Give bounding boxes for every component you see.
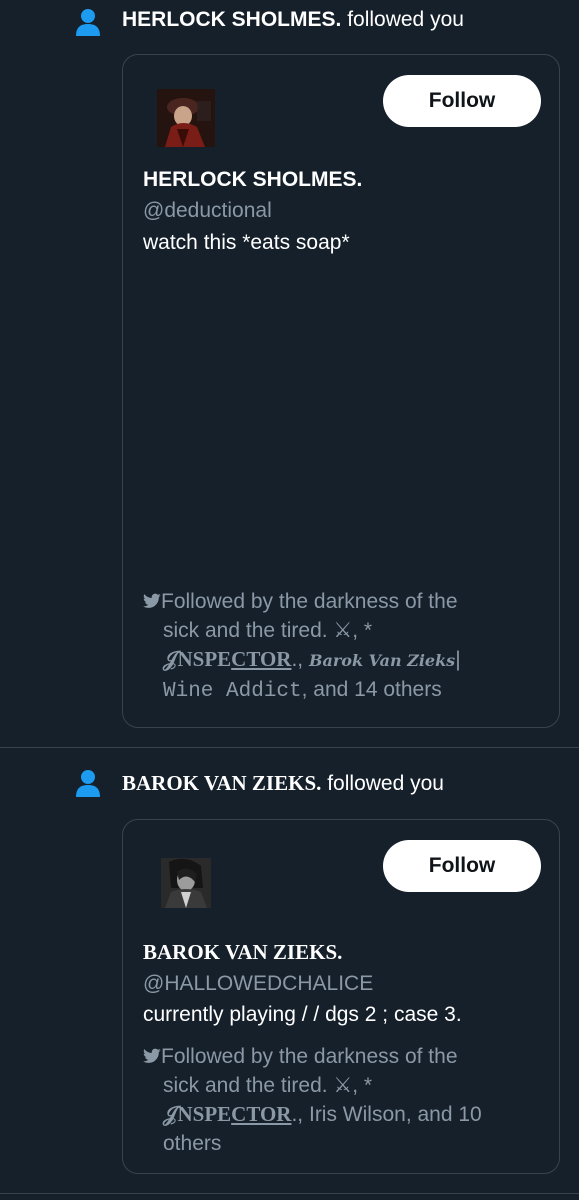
notification-action: followed you bbox=[347, 8, 464, 31]
avatar-image bbox=[161, 858, 211, 908]
card-bio: currently playing / / dgs 2 ; case 3. bbox=[143, 1003, 462, 1026]
follower-name-inspector-underlined: CTOR bbox=[231, 1102, 292, 1126]
avatar[interactable] bbox=[157, 89, 215, 147]
follower-name[interactable]: HERLOCK SHOLMES. bbox=[122, 8, 341, 31]
follower-name-fragment: ⚔, bbox=[333, 1074, 359, 1097]
card-display-name[interactable]: HERLOCK SHOLMES. bbox=[143, 168, 362, 192]
followed-by-line: Followed by the darkness of the bbox=[161, 1045, 458, 1068]
followed-by-separator: ., bbox=[291, 1103, 309, 1126]
followed-by-separator: ., bbox=[291, 648, 309, 671]
followed-by-line: Followed by the darkness of the bbox=[161, 590, 458, 613]
bird-icon bbox=[143, 593, 161, 608]
follower-name-fragment: * bbox=[358, 1074, 373, 1097]
notification-item[interactable]: BAROK VAN ZIEKS. followed you Follow BAR… bbox=[0, 747, 579, 1194]
follower-name-fragment: * bbox=[358, 619, 373, 642]
followed-by-line: sick and the tired. bbox=[163, 1074, 334, 1097]
notification-item[interactable]: HERLOCK SHOLMES. followed you Follow HER… bbox=[0, 0, 579, 748]
followed-by-line: , and 14 others bbox=[301, 678, 442, 701]
follower-name-inspector-underlined: CTOR bbox=[231, 647, 292, 671]
notification-action: followed you bbox=[327, 772, 444, 795]
person-icon bbox=[76, 9, 100, 36]
person-icon bbox=[76, 770, 100, 797]
card-bio: watch this *eats soap* bbox=[143, 231, 350, 254]
followed-by-line: sick and the tired. bbox=[163, 619, 334, 642]
follower-name-barok: Barok Van Zieks bbox=[308, 651, 456, 670]
followed-by-line: others bbox=[163, 1132, 222, 1155]
bird-icon bbox=[143, 1048, 161, 1063]
card-display-name[interactable]: BAROK VAN ZIEKS. bbox=[143, 940, 342, 965]
notification-header: BAROK VAN ZIEKS. followed you bbox=[122, 771, 444, 796]
user-card[interactable]: Follow HERLOCK SHOLMES. @deductional wat… bbox=[122, 54, 560, 728]
followed-by-separator: | bbox=[455, 648, 461, 671]
follow-button[interactable]: Follow bbox=[383, 75, 541, 127]
follower-name[interactable]: BAROK VAN ZIEKS. bbox=[122, 771, 321, 795]
avatar-image bbox=[157, 89, 215, 147]
user-card[interactable]: Follow BAROK VAN ZIEKS. @HALLOWEDCHALICE… bbox=[122, 819, 560, 1174]
card-handle[interactable]: @HALLOWEDCHALICE bbox=[143, 972, 373, 996]
follower-name-inspector: 𝒥NSPE bbox=[163, 647, 232, 671]
follow-button[interactable]: Follow bbox=[383, 840, 541, 892]
followed-by-line: Iris Wilson, and 10 bbox=[308, 1103, 482, 1126]
followed-by-text[interactable]: Followed by the darkness of the sick and… bbox=[143, 1042, 543, 1158]
notification-header: HERLOCK SHOLMES. followed you bbox=[122, 8, 464, 32]
followed-by-text[interactable]: Followed by the darkness of the sick and… bbox=[143, 587, 543, 706]
follower-name-fragment: ⚔, bbox=[333, 619, 359, 642]
avatar[interactable] bbox=[161, 858, 211, 908]
card-handle[interactable]: @deductional bbox=[143, 199, 272, 223]
follower-name-wine-addict: Wine Addict bbox=[163, 680, 302, 703]
follower-name-inspector: 𝒥NSPE bbox=[163, 1102, 232, 1126]
